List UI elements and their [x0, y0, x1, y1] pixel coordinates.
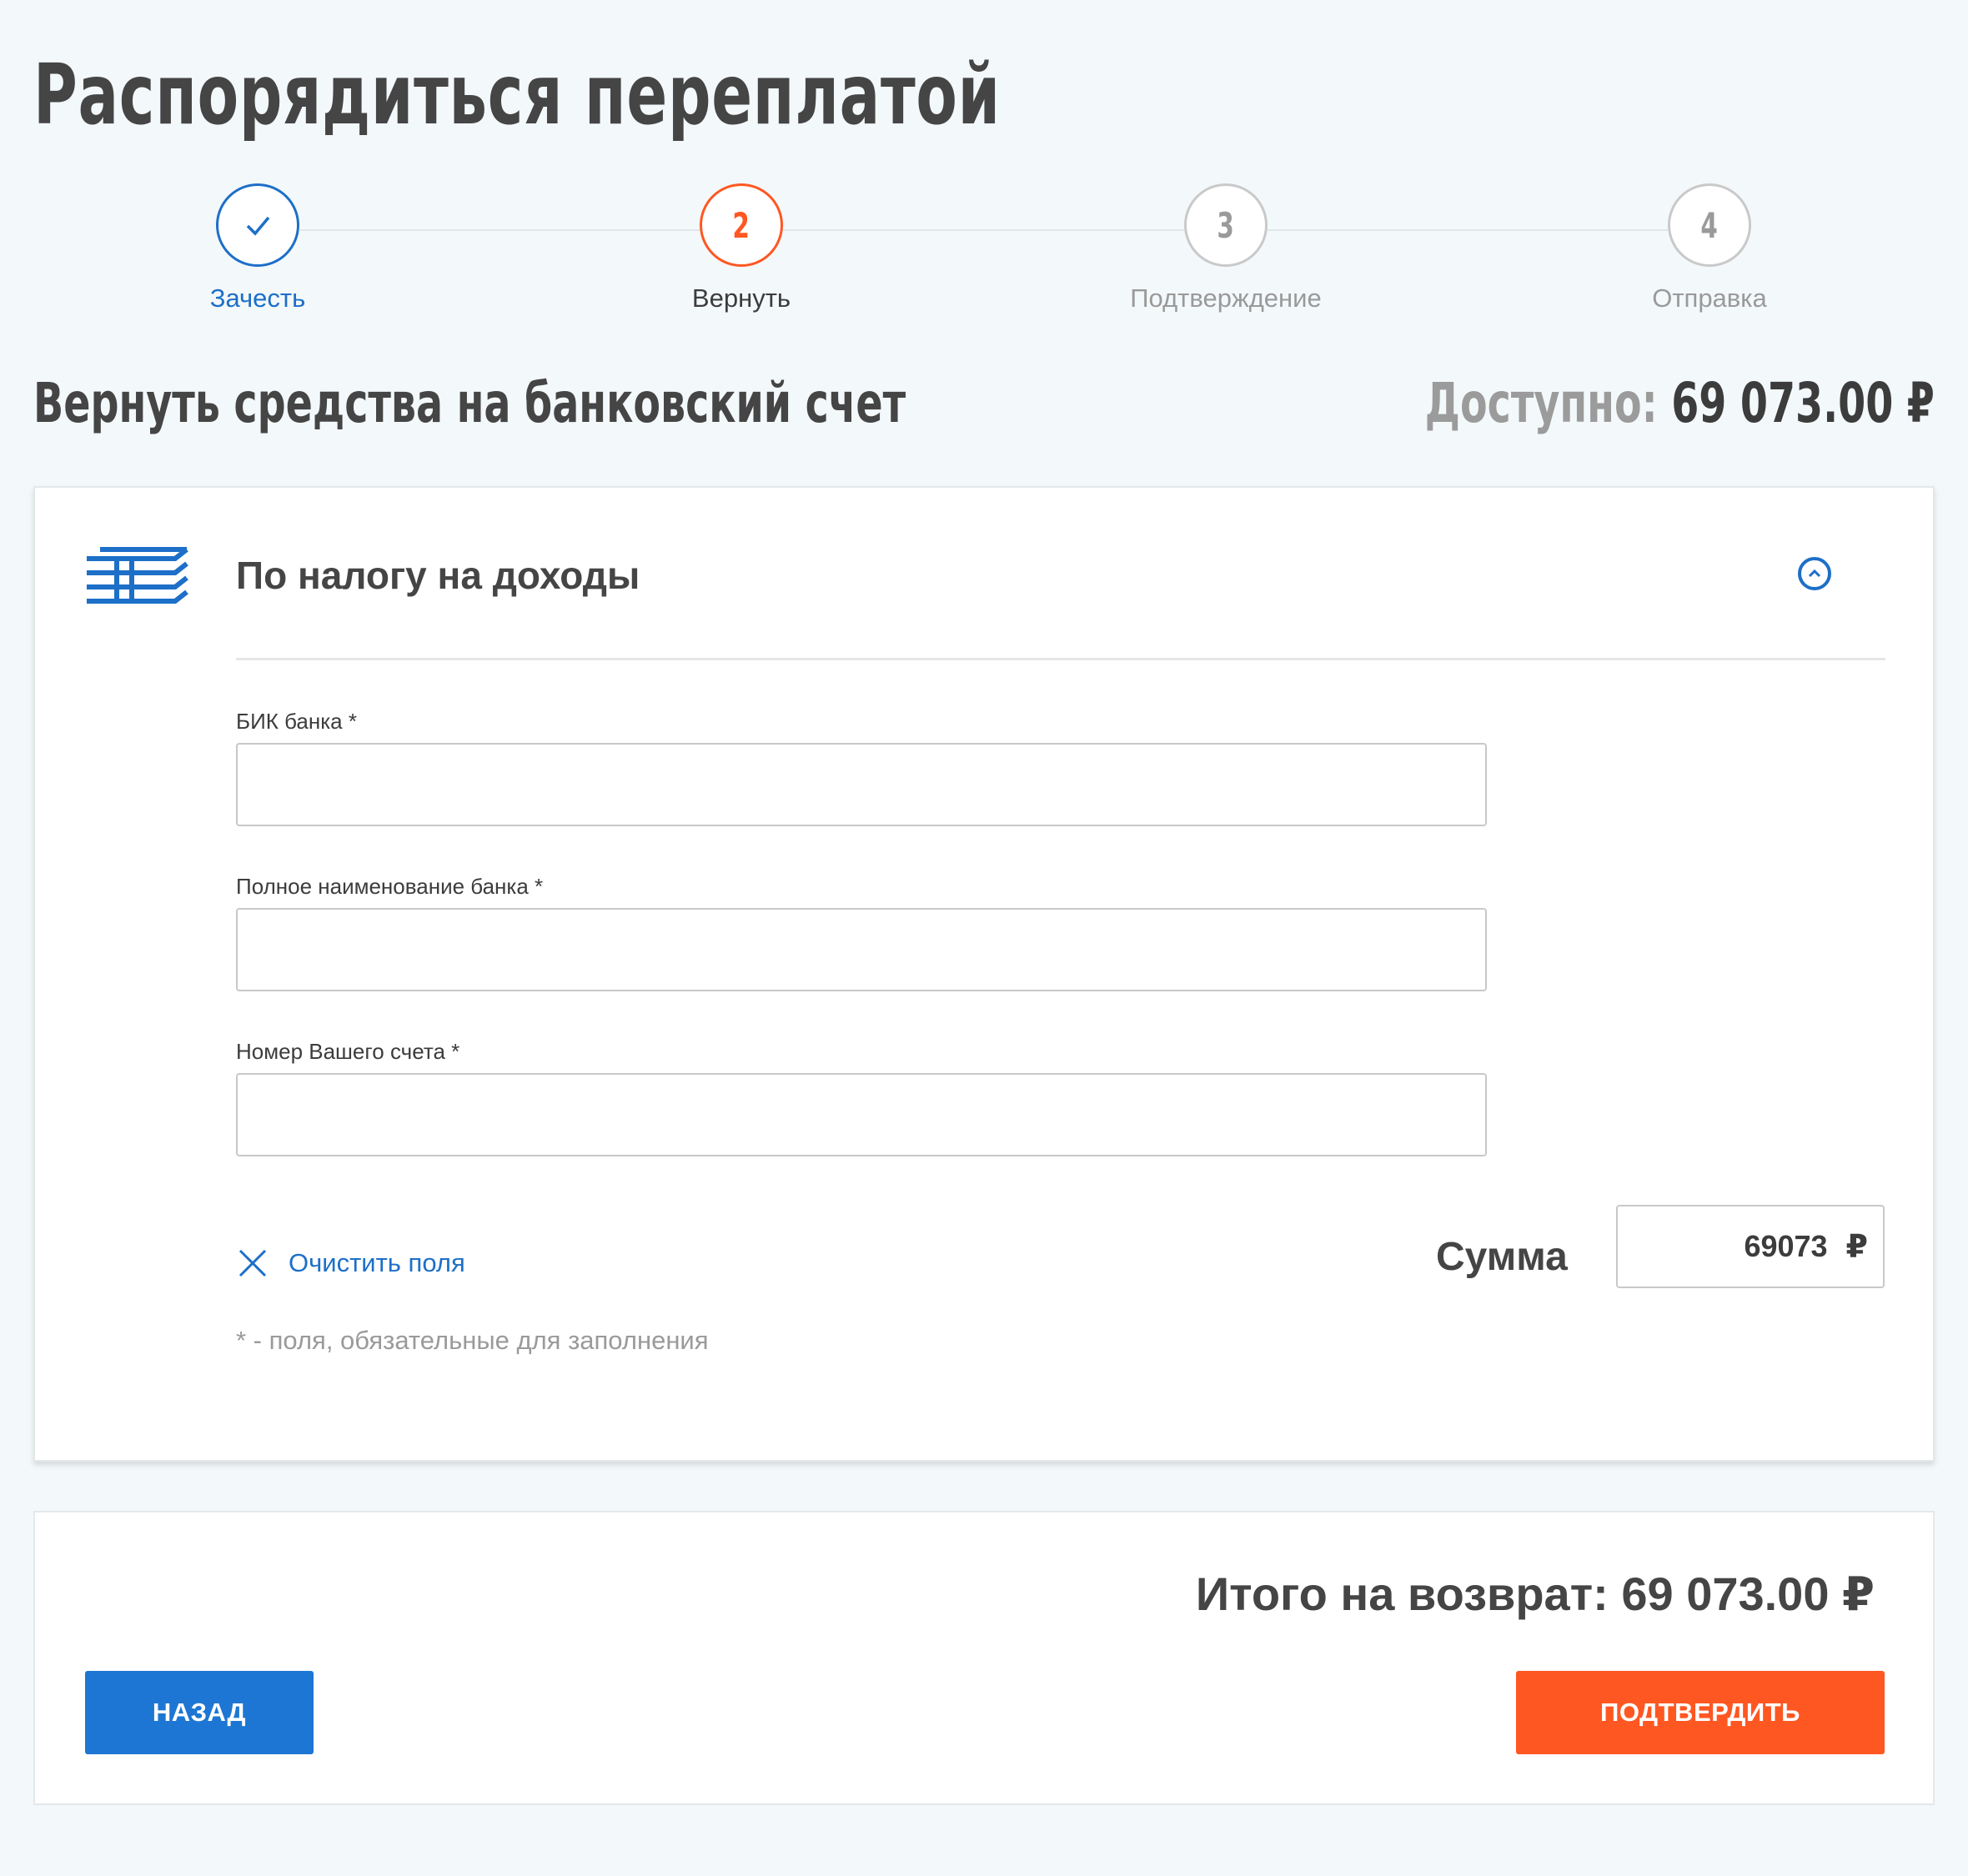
step-1-circle [216, 183, 299, 267]
available-amount: Доступно: 69 073.00 ₽ [1425, 371, 1935, 435]
step-1-offset[interactable]: Зачесть [91, 183, 424, 314]
step-2-circle: 2 [700, 183, 783, 267]
step-1-label: Зачесть [209, 283, 306, 313]
card-divider [236, 658, 1885, 660]
refund-total-label: Итого на возврат: [1195, 1568, 1609, 1620]
collapse-button[interactable] [1798, 557, 1831, 590]
close-icon [238, 1249, 267, 1277]
bank-name-label: Полное наименование банка * [236, 874, 544, 899]
available-value: 69 073.00 ₽ [1671, 371, 1935, 435]
checkmark-icon [246, 216, 270, 236]
step-3-confirmation[interactable]: 3 Подтверждение [1059, 183, 1393, 314]
refund-total-value: 69 073.00 ₽ [1621, 1568, 1875, 1620]
account-number-label: Номер Вашего счета * [236, 1039, 460, 1064]
summary-card: Итого на возврат: 69 073.00 ₽ НАЗАД ПОДТ… [33, 1511, 1935, 1805]
account-number-input[interactable] [236, 1073, 1487, 1156]
chevron-up-icon [1808, 569, 1821, 578]
page-title: Распорядиться переплатой [33, 46, 1001, 143]
sum-value: 69073 [1744, 1229, 1828, 1263]
stepper: Зачесть 2 Вернуть 3 Подтверждение 4 Отпр… [0, 183, 1968, 325]
tax-card: По налогу на доходы БИК банка * Полное н… [33, 486, 1935, 1462]
tax-layers-icon [87, 547, 188, 604]
back-button[interactable]: НАЗАД [85, 1671, 314, 1754]
step-4-circle: 4 [1668, 183, 1751, 267]
available-label: Доступно: [1424, 371, 1658, 435]
step-3-label: Подтверждение [1130, 283, 1322, 313]
clear-fields-button[interactable]: Очистить поля [236, 1238, 465, 1288]
stepper-line [300, 229, 1668, 231]
bik-input[interactable] [236, 743, 1487, 826]
step-4-label: Отправка [1652, 283, 1767, 313]
refund-total: Итого на возврат: 69 073.00 ₽ [1196, 1567, 1875, 1622]
required-note: * - поля, обязательные для заполнения [236, 1326, 709, 1355]
step-2-refund[interactable]: 2 Вернуть [575, 183, 908, 314]
bank-name-input[interactable] [236, 908, 1487, 991]
step-4-sending[interactable]: 4 Отправка [1543, 183, 1876, 314]
step-3-circle: 3 [1184, 183, 1268, 267]
step-2-label: Вернуть [691, 283, 791, 313]
confirm-button[interactable]: ПОДТВЕРДИТЬ [1516, 1671, 1885, 1754]
clear-fields-label: Очистить поля [289, 1248, 465, 1277]
sum-input[interactable]: 69073 ₽ [1616, 1205, 1885, 1288]
ruble-icon: ₽ [1845, 1229, 1868, 1265]
tax-card-title: По налогу на доходы [236, 554, 640, 597]
bik-label: БИК банка * [236, 709, 357, 734]
sum-label: Сумма [1436, 1235, 1568, 1279]
section-title: Вернуть средства на банковский счет [33, 371, 906, 435]
